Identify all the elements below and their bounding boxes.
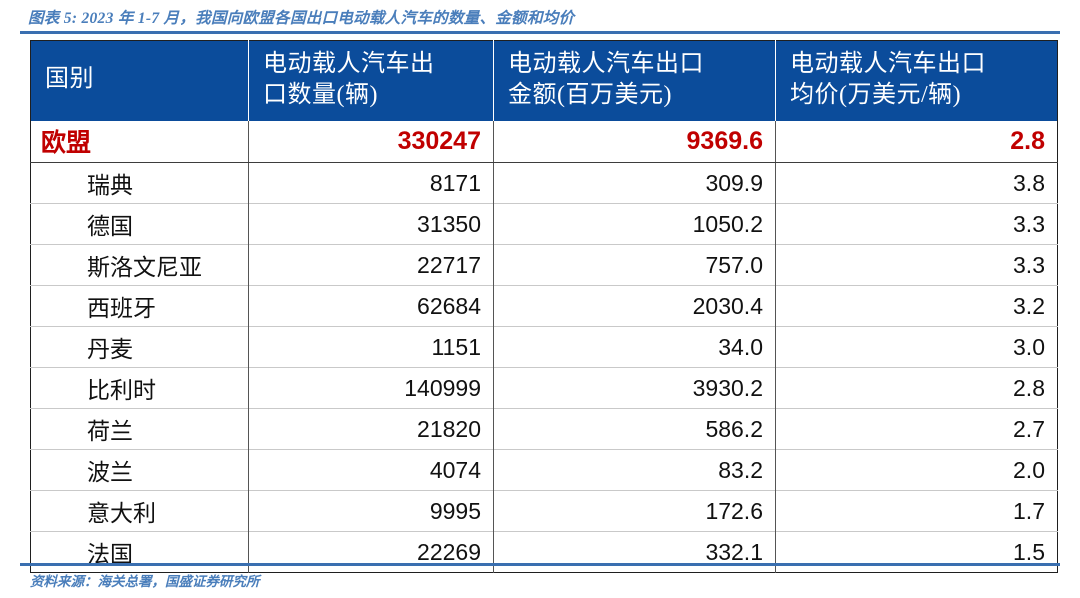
column-header-avg-price-line1: 电动载人汽车出口: [790, 50, 986, 77]
cell-amount: 34.0: [493, 326, 776, 368]
cell-country: 波兰: [30, 449, 249, 491]
figure-container: 图表 5: 2023 年 1-7 月，我国向欧盟各国出口电动载人汽车的数量、金额…: [0, 0, 1080, 598]
column-header-quantity-line2: 口数量(辆): [263, 81, 378, 108]
cell-avg-price: 1.7: [775, 490, 1058, 532]
cell-avg-price: 3.3: [775, 203, 1058, 245]
cell-avg-price: 2.8: [775, 367, 1058, 409]
figure-caption: 图表 5: 2023 年 1-7 月，我国向欧盟各国出口电动载人汽车的数量、金额…: [28, 10, 575, 27]
column-header-amount-line2: 金额(百万美元): [508, 81, 672, 108]
top-divider-rule: [20, 31, 1060, 34]
table-row: 西班牙 62684 2030.4 3.2: [30, 285, 1058, 327]
column-header-avg-price-line2: 均价(万美元/辆): [790, 81, 962, 108]
column-header-quantity: 电动载人汽车出 口数量(辆): [248, 40, 494, 121]
cell-quantity: 22717: [248, 244, 494, 286]
cell-country: 瑞典: [30, 162, 249, 204]
cell-avg-price: 2.7: [775, 408, 1058, 450]
cell-quantity: 62684: [248, 285, 494, 327]
cell-quantity: 8171: [248, 162, 494, 204]
table-row: 丹麦 1151 34.0 3.0: [30, 326, 1058, 368]
cell-country: 丹麦: [30, 326, 249, 368]
cell-avg-price: 3.0: [775, 326, 1058, 368]
cell-avg-price: 2.8: [775, 120, 1058, 163]
cell-avg-price: 1.5: [775, 531, 1058, 573]
cell-avg-price: 3.8: [1013, 169, 1045, 196]
export-data-table: 国别 电动载人汽车出 口数量(辆) 电动载人汽车出口 金额(百万美元) 电动载人…: [30, 40, 1058, 573]
column-header-amount: 电动载人汽车出口 金额(百万美元): [493, 40, 776, 121]
table-row: 德国 31350 1050.2 3.3: [30, 203, 1058, 245]
cell-amount: 3930.2: [493, 367, 776, 409]
table-row: 瑞典 8171 309.9 3.8: [30, 162, 1058, 204]
cell-quantity: 140999: [248, 367, 494, 409]
table-body: 欧盟 330247 9369.6 2.8 瑞典 8171 309.9 3.8 德…: [30, 120, 1058, 573]
column-header-quantity-line1: 电动载人汽车出: [263, 50, 435, 77]
column-header-avg-price: 电动载人汽车出口 均价(万美元/辆): [775, 40, 1058, 121]
bottom-divider-rule: [20, 563, 1060, 566]
table-row: 斯洛文尼亚 22717 757.0 3.3: [30, 244, 1058, 286]
cell-quantity: 21820: [248, 408, 494, 450]
cell-amount: 83.2: [493, 449, 776, 491]
cell-quantity: 22269: [248, 531, 494, 573]
cell-country: 荷兰: [30, 408, 249, 450]
table-row: 荷兰 21820 586.2 2.7: [30, 408, 1058, 450]
cell-quantity: 31350: [248, 203, 494, 245]
cell-amount: 9369.6: [493, 120, 776, 163]
table-row: 比利时 140999 3930.2 2.8: [30, 367, 1058, 409]
cell-avg-price: 2.0: [775, 449, 1058, 491]
cell-country: 法国: [30, 531, 249, 573]
cell-amount: 332.1: [493, 531, 776, 573]
cell-amount: 757.0: [493, 244, 776, 286]
cell-amount: 309.9: [493, 162, 776, 204]
source-note: 资料来源：海关总署，国盛证券研究所: [30, 574, 260, 589]
table-row: 波兰 4074 83.2 2.0: [30, 449, 1058, 491]
column-header-country-line1: 国别: [45, 66, 94, 93]
column-header-country: 国别: [30, 40, 249, 121]
cell-quantity: 330247: [248, 120, 494, 163]
cell-amount: 586.2: [493, 408, 776, 450]
cell-amount: 2030.4: [493, 285, 776, 327]
column-header-amount-line1: 电动载人汽车出口: [508, 50, 704, 77]
table-header: 国别 电动载人汽车出 口数量(辆) 电动载人汽车出口 金额(百万美元) 电动载人…: [30, 40, 1058, 121]
cell-amount: 1050.2: [493, 203, 776, 245]
cell-avg-price: 3.2: [775, 285, 1058, 327]
table-row: 意大利 9995 172.6 1.7: [30, 490, 1058, 532]
cell-country: 斯洛文尼亚: [30, 244, 249, 286]
cell-country: 欧盟: [30, 120, 249, 163]
table-header-row: 国别 电动载人汽车出 口数量(辆) 电动载人汽车出口 金额(百万美元) 电动载人…: [30, 40, 1058, 121]
cell-avg-price: 3.3: [775, 244, 1058, 286]
cell-country: 比利时: [30, 367, 249, 409]
cell-quantity: 1151: [248, 326, 494, 368]
cell-quantity: 9995: [248, 490, 494, 532]
data-table-wrapper: 国别 电动载人汽车出 口数量(辆) 电动载人汽车出口 金额(百万美元) 电动载人…: [30, 40, 1058, 573]
table-row: 法国 22269 332.1 1.5: [30, 531, 1058, 573]
cell-amount: 172.6: [493, 490, 776, 532]
cell-quantity: 4074: [248, 449, 494, 491]
cell-country: 意大利: [30, 490, 249, 532]
table-row: 欧盟 330247 9369.6 2.8: [30, 120, 1058, 163]
cell-country: 德国: [30, 203, 249, 245]
cell-country: 西班牙: [30, 285, 249, 327]
